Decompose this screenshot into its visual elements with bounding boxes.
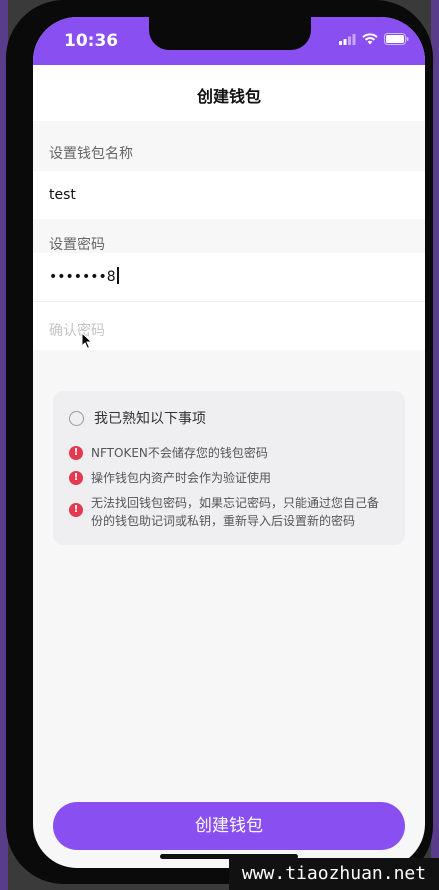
notice-text: 无法找回钱包密码，如果忘记密码，只能通过您自己备份的钱包助记词或私钥，重新导入后… [91,496,380,528]
notice-item: ! 操作钱包内资产时会作为验证使用 [69,469,389,487]
notice-card: 我已熟知以下事项 ! NFTOKEN不会储存您的钱包密码 ! 操作钱包内资产时会… [53,391,405,545]
notice-item: ! NFTOKEN不会储存您的钱包密码 [69,444,389,462]
notice-text: 操作钱包内资产时会作为验证使用 [91,471,272,485]
phone-screen: 10:36 创建钱包 设置钱包名称 test 设置密码 •••••••8 确认密… [33,17,425,868]
nav-bar: 创建钱包 [33,65,425,121]
warning-icon: ! [69,503,83,517]
page-title: 创建钱包 [196,87,261,106]
wallet-name-label: 设置钱包名称 [49,146,133,162]
confirm-password-placeholder: 确认密码 [49,323,105,339]
notice-text: NFTOKEN不会储存您的钱包密码 [91,446,268,460]
radio-icon[interactable] [69,410,84,426]
password-label: 设置密码 [49,237,105,253]
create-wallet-button[interactable]: 创建钱包 [53,802,405,850]
ack-checkbox-row[interactable]: 我已熟知以下事项 [69,408,206,428]
password-field[interactable]: •••••••8 [33,253,425,301]
battery-icon [384,33,409,45]
watermark: www.tiaozhuan.net [229,858,439,890]
ack-label: 我已熟知以下事项 [94,411,206,427]
signal-icon [339,33,356,45]
text-caret [116,267,119,284]
warning-icon: ! [69,446,83,460]
wallet-name-field[interactable]: test [33,171,425,219]
notch [149,17,311,50]
password-value-wrap: •••••••8 [49,267,119,285]
status-icons [339,33,409,45]
wifi-icon [362,33,378,45]
password-value: •••••••8 [49,269,116,285]
notice-item: ! 无法找回钱包密码，如果忘记密码，只能通过您自己备份的钱包助记词或私钥，重新导… [69,494,389,530]
phone-frame: 10:36 创建钱包 设置钱包名称 test 设置密码 •••••••8 确认密… [6,0,433,884]
wallet-name-value: test [49,187,76,203]
status-bar: 10:36 [33,17,425,65]
status-time: 10:36 [64,31,119,51]
cursor-icon [81,332,93,350]
warning-icon: ! [69,471,83,485]
